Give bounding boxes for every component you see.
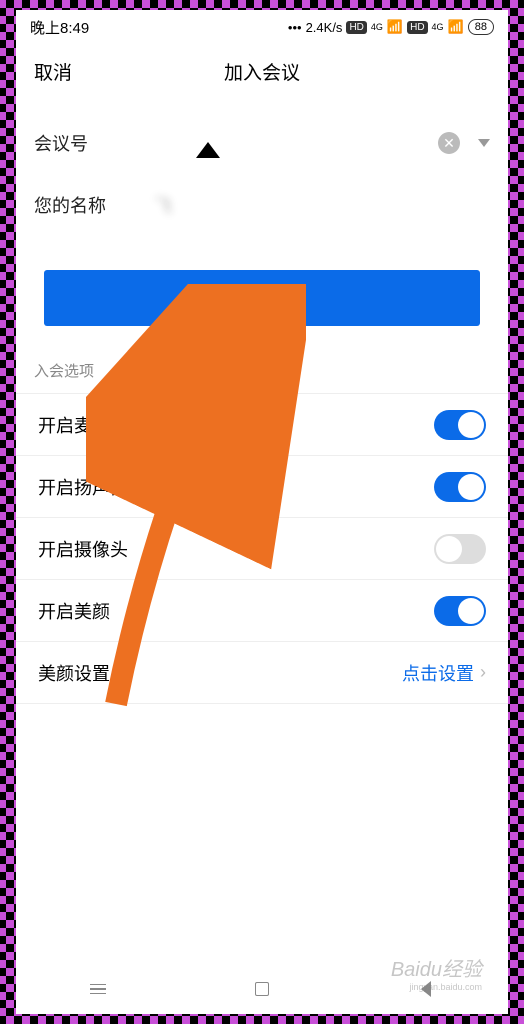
beauty-settings-label: 美颜设置 bbox=[38, 660, 110, 686]
form-area: 会议号 ✕ 您的名称 飞 bbox=[16, 98, 508, 236]
settings-list: 开启麦克风 开启扬声器 开启摄像头 开启美颜 美颜设置 点击设置 › bbox=[16, 393, 508, 704]
your-name-row[interactable]: 您的名称 飞 bbox=[16, 174, 508, 236]
mic-toggle[interactable] bbox=[434, 410, 486, 440]
camera-toggle[interactable] bbox=[434, 534, 486, 564]
options-title: 入会选项 bbox=[16, 326, 508, 393]
speaker-toggle[interactable] bbox=[434, 472, 486, 502]
hd-badge: HD bbox=[346, 21, 366, 34]
dropdown-icon[interactable] bbox=[478, 139, 490, 147]
camera-row: 开启摄像头 bbox=[16, 518, 508, 580]
cursor-indicator-icon bbox=[196, 142, 220, 158]
page-title: 加入会议 bbox=[224, 58, 300, 85]
nav-home-icon[interactable] bbox=[252, 979, 272, 999]
nav-menu-icon[interactable] bbox=[88, 979, 108, 999]
beauty-settings-link[interactable]: 点击设置 › bbox=[402, 660, 486, 686]
speaker-label: 开启扬声器 bbox=[38, 474, 128, 500]
chevron-right-icon: › bbox=[480, 662, 486, 683]
your-name-input[interactable]: 飞 bbox=[124, 192, 490, 218]
status-indicators: ••• 2.4K/s HD 4G 📶 HD 4G 📶 88 bbox=[288, 19, 494, 35]
header: 取消 加入会议 bbox=[16, 44, 508, 98]
battery-icon: 88 bbox=[468, 19, 494, 35]
meeting-number-row[interactable]: 会议号 ✕ bbox=[16, 112, 508, 174]
clear-icon[interactable]: ✕ bbox=[438, 132, 460, 154]
speaker-row: 开启扬声器 bbox=[16, 456, 508, 518]
status-bar: 晚上8:49 ••• 2.4K/s HD 4G 📶 HD 4G 📶 88 bbox=[16, 10, 508, 44]
your-name-label: 您的名称 bbox=[34, 192, 124, 218]
beauty-settings-row[interactable]: 美颜设置 点击设置 › bbox=[16, 642, 508, 704]
join-meeting-button[interactable]: 加入会议 bbox=[44, 270, 480, 326]
beauty-row: 开启美颜 bbox=[16, 580, 508, 642]
cancel-button[interactable]: 取消 bbox=[34, 58, 72, 85]
status-time: 晚上8:49 bbox=[30, 17, 89, 38]
hd-badge: HD bbox=[407, 21, 427, 34]
beauty-label: 开启美颜 bbox=[38, 598, 110, 624]
watermark: Baidu经验 jingyan.baidu.com bbox=[391, 953, 482, 992]
mic-label: 开启麦克风 bbox=[38, 412, 128, 438]
phone-screen: 晚上8:49 ••• 2.4K/s HD 4G 📶 HD 4G 📶 88 取消 … bbox=[16, 10, 508, 1014]
mic-row: 开启麦克风 bbox=[16, 394, 508, 456]
camera-label: 开启摄像头 bbox=[38, 536, 128, 562]
beauty-toggle[interactable] bbox=[434, 596, 486, 626]
meeting-number-label: 会议号 bbox=[34, 130, 124, 156]
